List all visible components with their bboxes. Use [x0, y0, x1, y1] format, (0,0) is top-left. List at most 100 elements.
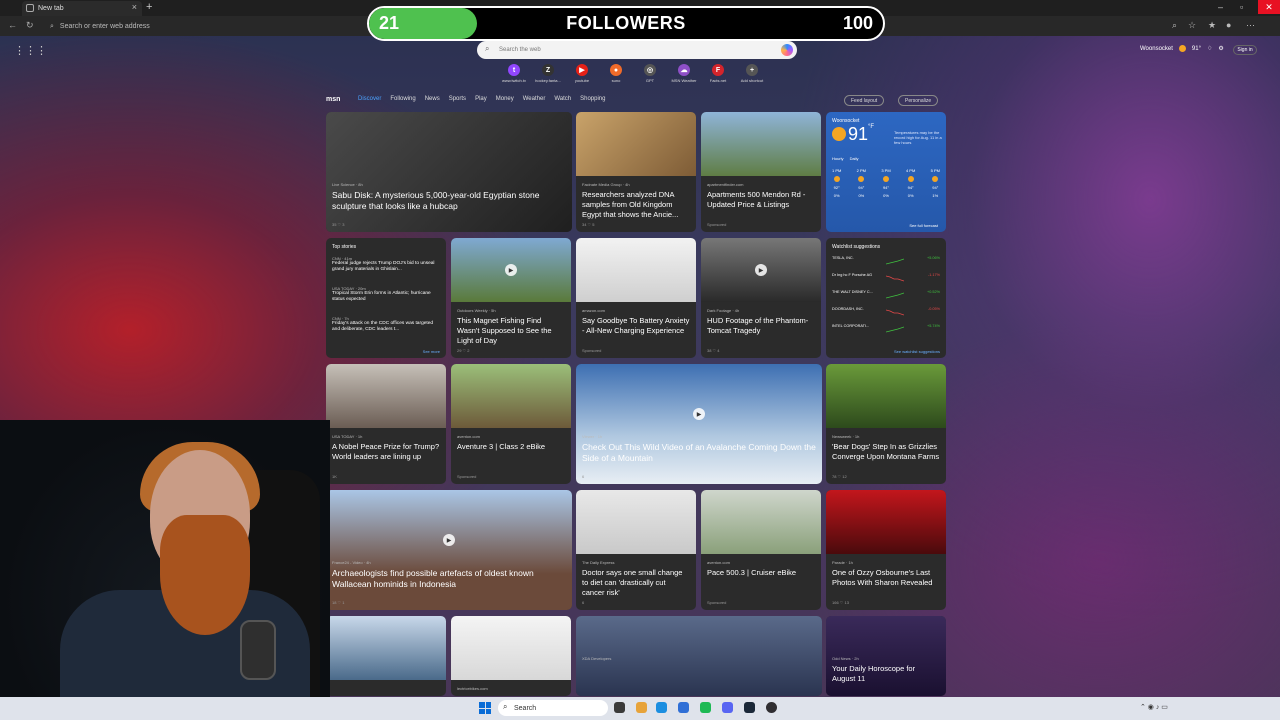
file-explorer-icon[interactable] [636, 702, 647, 713]
shortcut-0[interactable]: t www.twitch.tv [500, 64, 528, 88]
msn-tab-shopping[interactable]: Shopping [580, 96, 605, 102]
card-title[interactable]: HUD Footage of the Phantom-Tomcat Traged… [707, 316, 815, 336]
watchlist-row[interactable]: Dr Ing hc F Porsche AG -1.17% [832, 273, 940, 285]
play-icon[interactable]: ▶ [443, 534, 455, 546]
top-story-item[interactable]: USA TODAY · 20m Tropical Storm Erin forms… [332, 286, 440, 303]
news-card[interactable]: ▶ Dark Footage · 4h HUD Footage of the Pha… [701, 238, 821, 358]
apps-grid-icon[interactable]: ⋮⋮⋮ [14, 44, 47, 57]
rewards-icon[interactable]: ♢ [1207, 45, 1212, 52]
obs-icon[interactable] [766, 702, 777, 713]
back-icon[interactable]: ← [8, 20, 17, 30]
zoom-icon[interactable]: ⌕ [1172, 20, 1177, 31]
see-more-link[interactable]: See more [423, 349, 440, 354]
tab-hourly[interactable]: Hourly [832, 156, 844, 161]
card-title[interactable]: Sabu Disk: A mysterious 5,000-year-old E… [332, 190, 566, 212]
edge-icon[interactable] [656, 702, 667, 713]
personalize-button[interactable]: Personalize [898, 95, 939, 106]
shortcut-1[interactable]: Zhockey.fanta... [534, 64, 562, 88]
watchlist-row[interactable]: DOORDASH, INC. -0.05% [832, 307, 940, 319]
news-card[interactable]: USA TODAY · 1h A Nobel Peace Prize for Tr… [326, 364, 446, 484]
news-card[interactable]: lectricebikes.com [451, 616, 571, 696]
minimize-icon[interactable]: – [1218, 2, 1223, 12]
task-view-icon[interactable] [614, 702, 625, 713]
new-tab-icon[interactable]: + [146, 1, 152, 13]
card-title[interactable]: This Magnet Fishing Find Wasn't Supposed… [457, 316, 565, 345]
watchlist-row[interactable]: TESLA, INC. +5.06% [832, 256, 940, 268]
top-story-item[interactable]: CNN · 41m Federal judge rejects Trump DOJ… [332, 256, 440, 273]
news-card[interactable]: ▶ France24 - Video · 4h Archaeologists fin… [326, 490, 572, 610]
msn-tab-watch[interactable]: Watch [554, 96, 571, 102]
msn-tab-news[interactable]: News [425, 96, 440, 102]
profile-icon[interactable]: ● [1226, 20, 1231, 30]
tab-daily[interactable]: Daily [850, 156, 859, 161]
news-card[interactable]: amazon.com Say Goodbye To Battery Anxiety… [576, 238, 696, 358]
sign-in-button[interactable]: Sign in [1233, 45, 1257, 55]
card-title[interactable]: Doctor says one small change to diet can… [582, 568, 690, 597]
play-icon[interactable]: ▶ [505, 264, 517, 276]
msn-tab-following[interactable]: Following [390, 96, 415, 102]
card-title[interactable]: Say Goodbye To Battery Anxiety - All-New… [582, 316, 690, 336]
msn-logo[interactable]: msn [326, 96, 340, 103]
news-card[interactable] [326, 616, 446, 696]
news-card[interactable]: Odd News · 2h Your Daily Horoscope for Au… [826, 616, 946, 696]
shortcut-3[interactable]: ● suno [602, 64, 630, 88]
news-card[interactable]: The Daily Express Doctor says one small c… [576, 490, 696, 610]
card-title[interactable]: Researchers analyzed DNA samples from Ol… [582, 190, 690, 219]
maximize-icon[interactable]: ▫ [1240, 2, 1243, 12]
msn-tab-money[interactable]: Money [496, 96, 514, 102]
card-title[interactable]: One of Ozzy Osbourne's Last Photos With … [832, 568, 940, 588]
refresh-icon[interactable]: ↻ [26, 20, 34, 31]
store-icon[interactable] [678, 702, 689, 713]
card-title[interactable]: Your Daily Horoscope for August 11 [832, 664, 940, 684]
web-search-input[interactable]: ⌕ Search the web [477, 41, 797, 59]
news-card[interactable]: ▶ Viewer · 1h Check Out This Wild Video of… [576, 364, 822, 484]
feed-layout-button[interactable]: Feed layout [844, 95, 885, 106]
card-title[interactable]: Check Out This Wild Video of an Avalanch… [582, 442, 816, 464]
news-card[interactable]: Newsweek · 1h 'Bear Dogs' Step In as Griz… [826, 364, 946, 484]
header-weather[interactable]: Woonsocket 91° ♢ ⚙ [1140, 45, 1224, 52]
card-title[interactable]: A Nobel Peace Prize for Trump? World lea… [332, 442, 440, 462]
system-tray[interactable]: ⌃ ◉ ♪ ▭ [1140, 703, 1168, 711]
top-story-item[interactable]: CNN · 7h Friday's attack on the CDC offic… [332, 316, 440, 333]
favorites-icon[interactable]: ★ [1208, 20, 1216, 31]
see-watchlist-link[interactable]: See watchlist suggestions [894, 349, 940, 354]
steam-icon[interactable] [744, 702, 755, 713]
news-card[interactable]: Live Science · 8h Sabu Disk: A mysterious… [326, 112, 572, 232]
discord-icon[interactable] [722, 702, 733, 713]
play-icon[interactable]: ▶ [693, 408, 705, 420]
card-title[interactable]: Apartments 500 Mendon Rd - Updated Price… [707, 190, 815, 210]
more-menu-icon[interactable]: ⋯ [1246, 20, 1255, 31]
start-button-icon[interactable] [479, 702, 491, 714]
shortcut-5[interactable]: ☁ MSN Weather [670, 64, 698, 88]
card-title[interactable]: 'Bear Dogs' Step In as Grizzlies Converg… [832, 442, 940, 462]
weather-card[interactable]: Woonsocket 91°F Temperatures may be the … [826, 112, 946, 232]
news-card[interactable]: aventon.com Aventure 3 | Class 2 eBike Spo… [451, 364, 571, 484]
card-title[interactable]: Pace 500.3 | Cruiser eBike [707, 568, 815, 578]
msn-tab-sports[interactable]: Sports [449, 96, 466, 102]
close-window-icon[interactable]: ✕ [1258, 0, 1280, 14]
tab-new-tab[interactable]: New tab × [22, 1, 142, 16]
taskbar-search[interactable]: ⌕ Search [498, 700, 608, 716]
play-icon[interactable]: ▶ [755, 264, 767, 276]
news-card[interactable]: Facinate Media Group · 4h Researchers ana… [576, 112, 696, 232]
copilot-icon[interactable] [781, 44, 793, 56]
msn-tab-weather[interactable]: Weather [523, 96, 546, 102]
close-tab-icon[interactable]: × [132, 2, 137, 12]
spotify-icon[interactable] [700, 702, 711, 713]
news-card[interactable]: Parade · 1h One of Ozzy Osbourne's Last P… [826, 490, 946, 610]
shortcut-7[interactable]: + Add shortcut [738, 64, 766, 88]
msn-tab-play[interactable]: Play [475, 96, 487, 102]
settings-icon[interactable]: ⚙ [1218, 45, 1223, 52]
card-title[interactable]: Archaeologists find possible artefacts o… [332, 568, 566, 590]
shortcut-4[interactable]: ◎ GPT [636, 64, 664, 88]
watchlist-row[interactable]: INTEL CORPORATI... +5.74% [832, 324, 940, 336]
shortcut-6[interactable]: F Facts.net [704, 64, 732, 88]
news-card[interactable]: ▶ Outdoors Weekly · 5h This Magnet Fishing… [451, 238, 571, 358]
news-card[interactable]: aventon.com Pace 500.3 | Cruiser eBike Spo… [701, 490, 821, 610]
full-forecast-link[interactable]: See full forecast [909, 223, 938, 228]
favorite-star-icon[interactable]: ☆ [1188, 20, 1196, 31]
msn-tab-discover[interactable]: Discover [358, 96, 381, 102]
news-card[interactable]: XDA Developers [576, 616, 822, 696]
shortcut-2[interactable]: ▶ youtube [568, 64, 596, 88]
card-title[interactable]: Aventure 3 | Class 2 eBike [457, 442, 565, 452]
